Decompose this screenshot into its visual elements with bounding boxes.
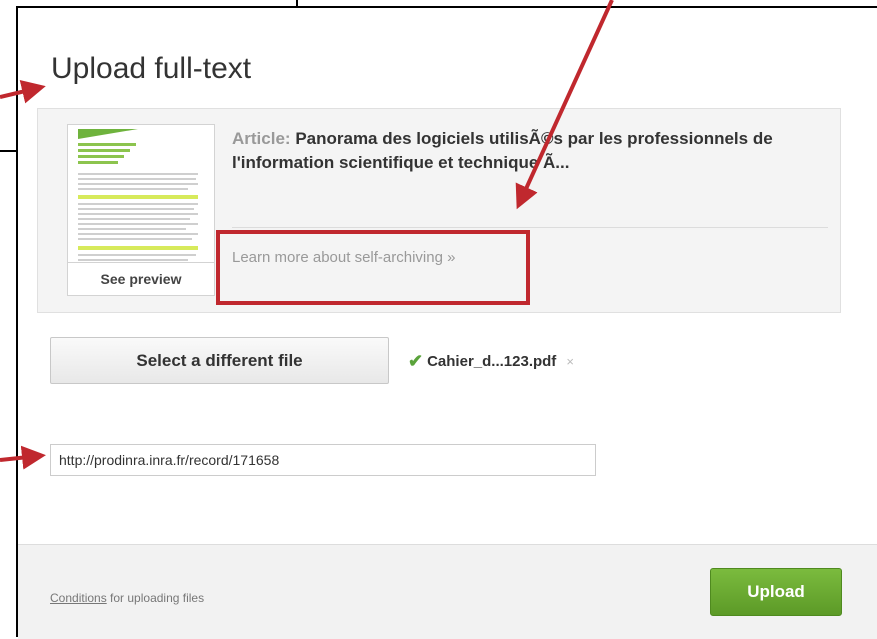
selected-file: ✔ Cahier_d...123.pdf ×: [408, 351, 574, 372]
frame-line-left: [0, 150, 16, 152]
article-divider: [232, 227, 828, 228]
remove-file-icon[interactable]: ×: [566, 354, 574, 369]
conditions-text: Conditions for uploading files: [50, 591, 204, 605]
select-different-file-button[interactable]: Select a different file: [50, 337, 389, 384]
annotation-highlight-box: [216, 230, 530, 305]
upload-button[interactable]: Upload: [710, 568, 842, 616]
conditions-suffix: for uploading files: [106, 591, 205, 605]
selected-filename: Cahier_d...123.pdf: [427, 353, 557, 370]
article-label: Article:: [232, 129, 291, 148]
dialog-title: Upload full-text: [51, 52, 252, 85]
conditions-link[interactable]: Conditions: [50, 591, 107, 605]
checkmark-icon: ✔: [408, 351, 424, 371]
see-preview-button[interactable]: See preview: [68, 262, 214, 295]
dialog-footer: Conditions for uploading files Upload: [18, 544, 877, 639]
upload-dialog: Upload full-text See preview Article: Pa…: [16, 6, 877, 639]
source-url-input[interactable]: [50, 444, 596, 476]
article-title-text: Panorama des logiciels utilisÃ©s par les…: [232, 129, 773, 172]
document-preview-image: [78, 129, 204, 265]
article-title: Article: Panorama des logiciels utilisÃ©…: [232, 127, 832, 175]
article-thumbnail[interactable]: See preview: [67, 124, 215, 296]
